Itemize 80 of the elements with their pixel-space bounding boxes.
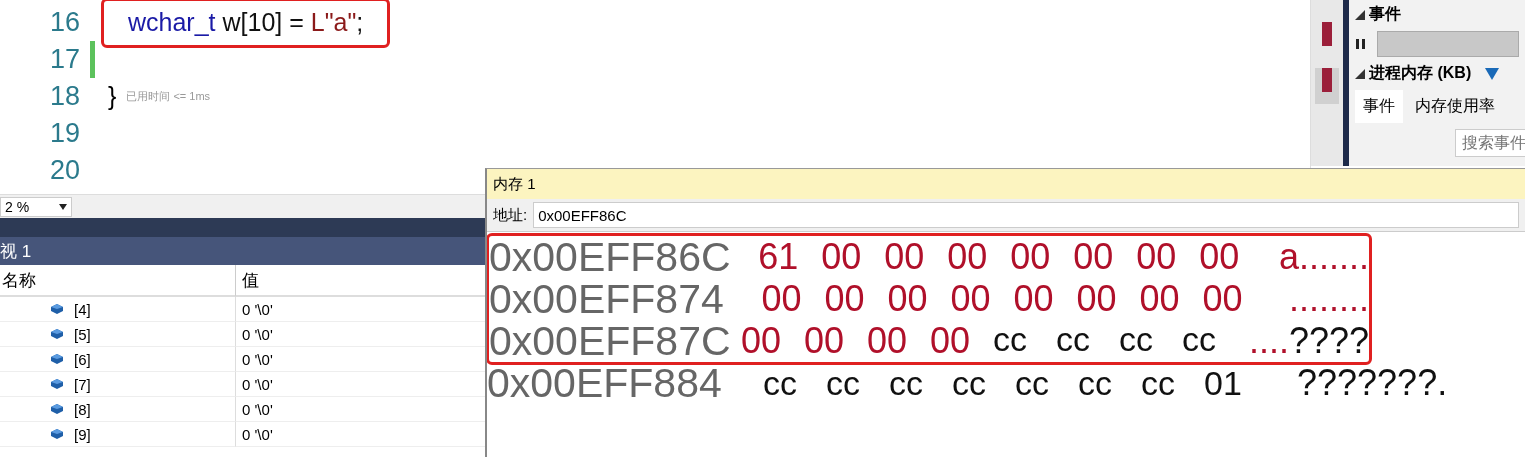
- memory-ascii: ???????.: [1297, 362, 1448, 404]
- memory-ascii: ........: [1289, 278, 1369, 320]
- zoom-dropdown[interactable]: 2 %: [0, 196, 72, 217]
- memory-byte: 00: [740, 320, 782, 362]
- address-label: 地址:: [493, 205, 528, 225]
- memory-byte: 00: [929, 320, 971, 362]
- code-line: }: [108, 82, 117, 111]
- memory-byte: 61: [758, 236, 800, 278]
- variable-icon: [50, 328, 64, 340]
- elapsed-time-hint: 已用时间 <= 1ms: [126, 89, 211, 104]
- variable-name: [5]: [74, 325, 91, 343]
- memory-ascii: ....: [1248, 320, 1289, 362]
- memory-byte: 00: [1073, 236, 1115, 278]
- panel-title: 视 1: [0, 240, 32, 263]
- variable-icon: [50, 303, 64, 315]
- memory-byte: cc: [1055, 320, 1091, 360]
- collapse-icon[interactable]: [1355, 9, 1365, 20]
- memory-byte: cc: [889, 363, 924, 403]
- variable-value: 0 '\0': [235, 422, 485, 447]
- memory-byte: 01: [1204, 363, 1243, 403]
- caret-icon: [59, 203, 67, 210]
- memory-byte: 00: [1013, 278, 1055, 320]
- memory-byte: cc: [1181, 320, 1217, 360]
- memory-byte: 00: [1202, 278, 1244, 320]
- memory-byte: 00: [947, 236, 989, 278]
- memory-byte: cc: [1141, 363, 1176, 403]
- memory-byte: cc: [763, 363, 798, 403]
- memory-byte: 00: [821, 236, 863, 278]
- memory-byte: 00: [803, 320, 845, 362]
- memory-byte: cc: [952, 363, 987, 403]
- memory-byte: 00: [950, 278, 992, 320]
- tab[interactable]: 内存使用率: [1407, 90, 1503, 123]
- memory-byte: cc: [1118, 320, 1154, 360]
- variable-name: [6]: [74, 350, 91, 368]
- line-number: 20: [48, 155, 80, 186]
- section-header[interactable]: 事件: [1369, 4, 1401, 25]
- memory-byte: 00: [761, 278, 803, 320]
- memory-byte: 00: [1136, 236, 1178, 278]
- address-field[interactable]: 0x00EFF86C: [533, 202, 1519, 228]
- search-field[interactable]: 搜索事件: [1455, 129, 1525, 157]
- line-number: 16: [48, 7, 80, 38]
- variable-icon: [50, 403, 64, 415]
- memory-byte: 00: [1010, 236, 1052, 278]
- memory-byte: 00: [1199, 236, 1241, 278]
- variable-value: 0 '\0': [235, 322, 485, 347]
- window-title: 内存 1: [493, 174, 536, 194]
- variable-value: 0 '\0': [235, 297, 485, 322]
- memory-byte: cc: [1078, 363, 1113, 403]
- memory-ascii: ????: [1288, 320, 1369, 362]
- variable-value: 0 '\0': [235, 372, 485, 397]
- scroll-map[interactable]: [1311, 0, 1343, 166]
- memory-byte: cc: [1015, 363, 1050, 403]
- snapshot-marker-icon: [1485, 67, 1500, 80]
- memory-byte: 00: [866, 320, 908, 362]
- variable-icon: [50, 378, 64, 390]
- tab[interactable]: 事件: [1355, 90, 1403, 123]
- variable-value: 0 '\0': [235, 347, 485, 372]
- line-number: 17: [48, 44, 80, 75]
- memory-byte: 00: [824, 278, 866, 320]
- collapse-icon[interactable]: [1355, 68, 1365, 79]
- memory-byte: 00: [887, 278, 929, 320]
- memory-byte: 00: [1139, 278, 1181, 320]
- variable-name: [4]: [74, 300, 91, 318]
- memory-byte: cc: [826, 363, 861, 403]
- variable-name: [9]: [74, 425, 91, 443]
- variable-icon: [50, 353, 64, 365]
- column-header[interactable]: 名称: [0, 265, 235, 297]
- memory-byte: 00: [884, 236, 926, 278]
- memory-ascii: a.......: [1278, 236, 1369, 278]
- memory-byte: 00: [1076, 278, 1118, 320]
- section-header[interactable]: 进程内存 (KB): [1369, 63, 1472, 84]
- line-number: 19: [48, 118, 80, 149]
- variable-icon: [50, 428, 64, 440]
- pause-icon[interactable]: [1355, 38, 1367, 50]
- code-line: wchar_t w[10] = L"a";: [104, 0, 388, 45]
- variable-name: [7]: [74, 375, 91, 393]
- variable-value: 0 '\0': [235, 397, 485, 422]
- line-number: 18: [48, 81, 80, 112]
- memory-byte: cc: [992, 320, 1028, 360]
- variable-name: [8]: [74, 400, 91, 418]
